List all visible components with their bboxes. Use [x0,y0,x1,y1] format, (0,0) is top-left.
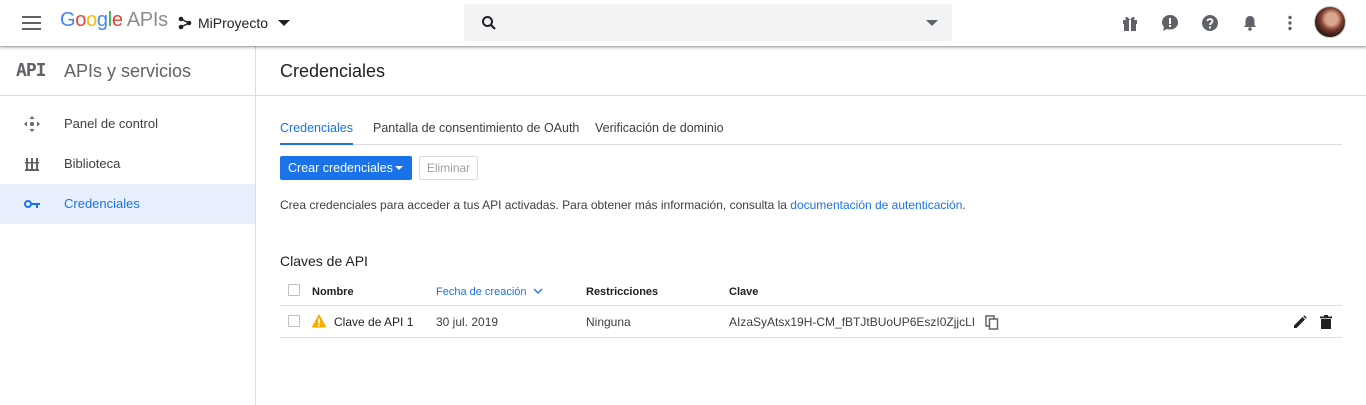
warning-icon [311,314,327,328]
search-bar[interactable] [464,4,952,41]
column-restrictions: Restricciones [586,286,659,298]
search-icon [482,16,496,30]
google-apis-logo[interactable]: Google APIs [60,9,168,32]
select-all-checkbox[interactable] [288,284,300,296]
sidebar: API APIs y servicios Panel de control Bi… [0,46,256,405]
edit-icon[interactable] [1292,314,1308,330]
column-key: Clave [729,286,759,298]
top-bar: Google APIs MiProyecto [0,0,1366,46]
copy-icon[interactable] [984,314,1000,330]
library-icon [25,158,39,171]
api-keys-title: Claves de API [280,253,368,269]
page-header: Credenciales [256,46,1366,96]
sidebar-header: API APIs y servicios [0,46,255,96]
tab-domain-verification[interactable]: Verificación de dominio [595,121,724,145]
dashboard-icon [24,116,40,132]
row-checkbox[interactable] [288,315,300,327]
restrictions-value: Ninguna [586,315,631,329]
sidebar-item-label: Biblioteca [64,156,121,171]
info-suffix: . [962,198,966,212]
sidebar-item-library[interactable]: Biblioteca [0,144,255,184]
sidebar-title[interactable]: APIs y servicios [64,61,191,82]
info-description: Crea credenciales para acceder a tus API… [280,198,791,212]
tab-bar: Credenciales Pantalla de consentimiento … [280,116,1342,145]
create-credentials-button[interactable]: Crear credenciales [280,156,412,180]
auth-docs-link[interactable]: documentación de autenticación [790,198,962,212]
create-credentials-label: Crear credenciales [288,161,393,175]
info-text: Crea credenciales para acceder a tus API… [280,198,966,212]
column-name: Nombre [312,286,354,298]
main-content: Credenciales Credenciales Pantalla de co… [256,46,1366,405]
caret-down-icon [395,166,403,170]
help-icon[interactable] [1200,13,1220,33]
tab-oauth-consent[interactable]: Pantalla de consentimiento de OAuth [373,121,579,145]
menu-icon[interactable] [18,12,46,34]
delete-icon[interactable] [1318,314,1334,330]
api-logo: API [16,60,46,81]
page-title: Credenciales [280,61,386,81]
sidebar-item-credentials[interactable]: Credenciales [0,184,255,224]
avatar[interactable] [1314,6,1346,38]
notifications-icon[interactable] [1240,13,1260,33]
created-date: 30 jul. 2019 [436,315,499,329]
sidebar-item-dashboard[interactable]: Panel de control [0,104,255,144]
key-icon [24,200,40,208]
sidebar-item-label: Credenciales [64,196,140,211]
project-name: MiProyecto [198,15,269,31]
search-input[interactable] [512,12,912,34]
column-created[interactable]: Fecha de creación [436,286,543,298]
project-icon [178,16,192,30]
key-name-link[interactable]: Clave de API 1 [334,315,413,329]
column-created-label: Fecha de creación [436,286,527,298]
table-row: Clave de API 1 30 jul. 2019 Ninguna AIza… [280,306,1342,338]
delete-button: Eliminar [419,156,478,180]
sort-down-icon [533,288,543,294]
more-vert-icon[interactable] [1280,13,1300,33]
gift-icon[interactable] [1120,13,1140,33]
api-key-value: AIzaSyAtsx19H-CM_fBTJtBUoUP6EszI0ZjjcLI [729,315,976,329]
api-keys-table: Nombre Fecha de creación Restricciones C… [280,279,1342,338]
chevron-down-icon [278,20,291,26]
project-selector[interactable]: MiProyecto [178,12,291,34]
search-options-icon[interactable] [926,20,938,26]
sidebar-item-label: Panel de control [64,116,158,131]
tab-credentials[interactable]: Credenciales [280,121,353,145]
table-header: Nombre Fecha de creación Restricciones C… [280,279,1342,306]
feedback-icon[interactable] [1160,13,1180,33]
